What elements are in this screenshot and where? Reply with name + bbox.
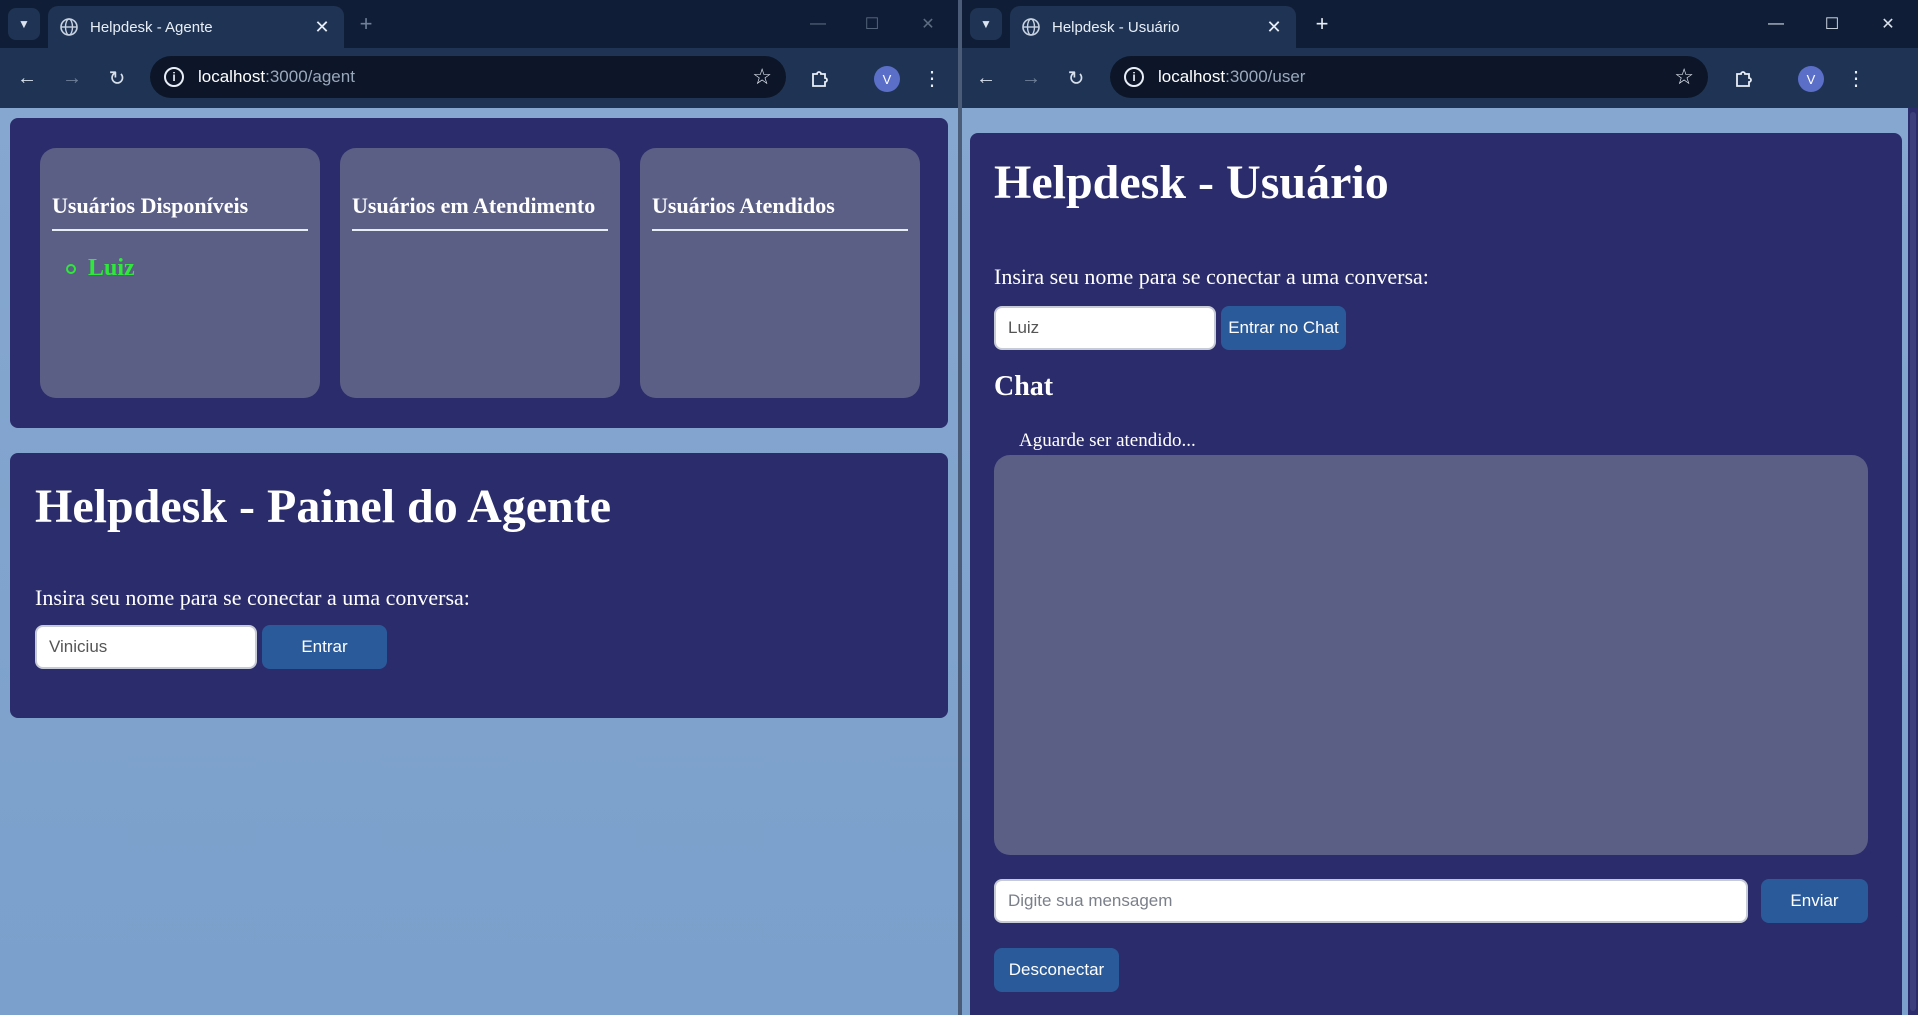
user-page: Helpdesk - Usuário Insira seu nome para …	[962, 108, 1918, 1015]
close-tab-icon[interactable]: ✕	[1264, 17, 1284, 38]
user-chat-panel: Helpdesk - Usuário Insira seu nome para …	[970, 133, 1902, 1015]
tab-search-button[interactable]: ▼	[8, 8, 40, 40]
list-item[interactable]: Luiz	[66, 255, 308, 282]
forward-button[interactable]: →	[1015, 62, 1047, 94]
available-users-column: Usuários Disponíveis Luiz	[40, 148, 320, 398]
arrow-right-icon: →	[1021, 66, 1041, 89]
puzzle-icon	[1736, 71, 1752, 87]
puzzle-icon	[812, 71, 828, 87]
back-button[interactable]: ←	[11, 62, 43, 94]
url-host: localhost	[1158, 67, 1226, 86]
address-bar[interactable]: i localhost:3000/user ☆	[1110, 56, 1708, 98]
agent-name-input[interactable]: Vinicius	[35, 625, 257, 669]
page-title: Helpdesk - Usuário	[994, 156, 1389, 209]
new-tab-button[interactable]: +	[1308, 10, 1336, 38]
browser-toolbar: ← → ↻ i localhost:3000/agent ☆ V ⋮	[0, 48, 958, 108]
maximize-button[interactable]: ☐	[1812, 8, 1852, 40]
tab-agent[interactable]: Helpdesk - Agente ✕	[48, 6, 344, 48]
user-browser-window: ▼ Helpdesk - Usuário ✕ + — ☐ ✕ ← → ↻ i l…	[962, 0, 1918, 1015]
globe-icon	[60, 18, 78, 36]
available-users-list: Luiz	[52, 255, 308, 282]
enter-button[interactable]: Entrar	[262, 625, 387, 669]
kebab-icon[interactable]: ⋮	[920, 62, 944, 94]
tab-bar: ▼ Helpdesk - Usuário ✕ + — ☐ ✕	[962, 0, 1918, 48]
globe-icon	[1022, 18, 1040, 36]
name-prompt: Insira seu nome para se conectar a uma c…	[994, 264, 1429, 289]
chat-status: Aguarde ser atendido...	[1019, 430, 1196, 451]
minimize-button[interactable]: —	[798, 8, 838, 40]
tab-user[interactable]: Helpdesk - Usuário ✕	[1010, 6, 1296, 48]
url-host: localhost	[198, 67, 266, 86]
chat-messages-box[interactable]	[994, 455, 1868, 855]
agent-page: Usuários Disponíveis Luiz Usuários em At…	[0, 108, 958, 1015]
disconnect-button[interactable]: Desconectar	[994, 948, 1119, 992]
in-service-users-column: Usuários em Atendimento	[340, 148, 620, 398]
profile-avatar[interactable]: V	[874, 66, 900, 92]
users-panel: Usuários Disponíveis Luiz Usuários em At…	[10, 118, 948, 428]
column-heading: Usuários Atendidos	[652, 192, 908, 231]
kebab-icon[interactable]: ⋮	[1844, 62, 1868, 94]
reload-icon: ↻	[1067, 67, 1085, 90]
scrollbar-thumb[interactable]	[1910, 112, 1916, 1011]
tab-bar: ▼ Helpdesk - Agente ✕ + — ☐ ✕	[0, 0, 958, 48]
join-chat-button[interactable]: Entrar no Chat	[1221, 306, 1346, 350]
column-heading: Usuários Disponíveis	[52, 192, 308, 231]
maximize-button[interactable]: ☐	[852, 8, 892, 40]
arrow-left-icon: ←	[17, 66, 37, 89]
page-scrollbar[interactable]	[1908, 108, 1918, 1015]
star-icon[interactable]: ☆	[1674, 64, 1694, 90]
profile-avatar[interactable]: V	[1798, 66, 1824, 92]
browser-toolbar: ← → ↻ i localhost:3000/user ☆ V ⋮	[962, 48, 1918, 108]
agent-browser-window: ▼ Helpdesk - Agente ✕ + — ☐ ✕ ← → ↻ i lo…	[0, 0, 958, 1015]
extensions-button[interactable]	[804, 62, 836, 94]
page-title: Helpdesk - Painel do Agente	[35, 480, 612, 533]
user-name: Luiz	[88, 255, 135, 281]
agent-login-panel: Helpdesk - Painel do Agente Insira seu n…	[10, 453, 948, 718]
reload-icon: ↻	[108, 67, 126, 90]
extensions-button[interactable]	[1728, 62, 1760, 94]
reload-button[interactable]: ↻	[101, 62, 133, 94]
url-path: :3000/agent	[265, 67, 355, 86]
name-prompt: Insira seu nome para se conectar a uma c…	[35, 585, 470, 610]
forward-button[interactable]: →	[56, 62, 88, 94]
chat-heading: Chat	[994, 371, 1054, 402]
column-heading: Usuários em Atendimento	[352, 192, 608, 231]
star-icon[interactable]: ☆	[752, 64, 772, 90]
minimize-button[interactable]: —	[1756, 8, 1796, 40]
address-bar[interactable]: i localhost:3000/agent ☆	[150, 56, 786, 98]
arrow-right-icon: →	[62, 66, 82, 89]
close-tab-icon[interactable]: ✕	[312, 17, 332, 38]
tab-search-button[interactable]: ▼	[970, 8, 1002, 40]
close-window-button[interactable]: ✕	[1868, 8, 1908, 40]
tab-title: Helpdesk - Agente	[90, 18, 213, 36]
chevron-down-icon: ▼	[18, 17, 30, 31]
message-input[interactable]: Digite sua mensagem	[994, 879, 1748, 923]
info-icon[interactable]: i	[1124, 67, 1144, 87]
close-window-button[interactable]: ✕	[908, 8, 948, 40]
url-path: :3000/user	[1225, 67, 1306, 86]
send-button[interactable]: Enviar	[1761, 879, 1868, 923]
info-icon[interactable]: i	[164, 67, 184, 87]
served-users-column: Usuários Atendidos	[640, 148, 920, 398]
user-name-input[interactable]: Luiz	[994, 306, 1216, 350]
reload-button[interactable]: ↻	[1060, 62, 1092, 94]
back-button[interactable]: ←	[970, 62, 1002, 94]
chevron-down-icon: ▼	[980, 17, 992, 31]
tab-title: Helpdesk - Usuário	[1052, 18, 1180, 36]
bullet-circle-icon	[66, 263, 76, 274]
arrow-left-icon: ←	[976, 66, 996, 89]
new-tab-button[interactable]: +	[352, 10, 380, 38]
